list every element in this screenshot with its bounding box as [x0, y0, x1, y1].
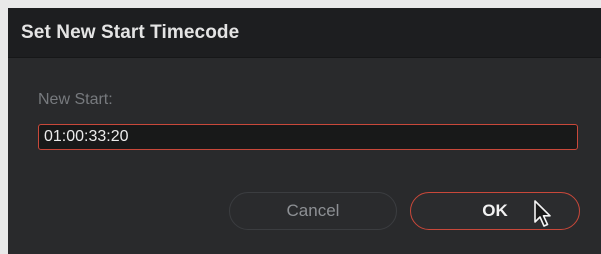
- set-start-timecode-dialog: Set New Start Timecode New Start: Cancel…: [8, 8, 601, 254]
- dialog-title: Set New Start Timecode: [21, 22, 240, 43]
- new-start-timecode-input[interactable]: [38, 124, 578, 150]
- new-start-label: New Start:: [38, 91, 113, 108]
- dialog-titlebar: Set New Start Timecode: [8, 8, 601, 58]
- cancel-button[interactable]: Cancel: [229, 192, 397, 230]
- mouse-pointer-icon: [534, 200, 551, 227]
